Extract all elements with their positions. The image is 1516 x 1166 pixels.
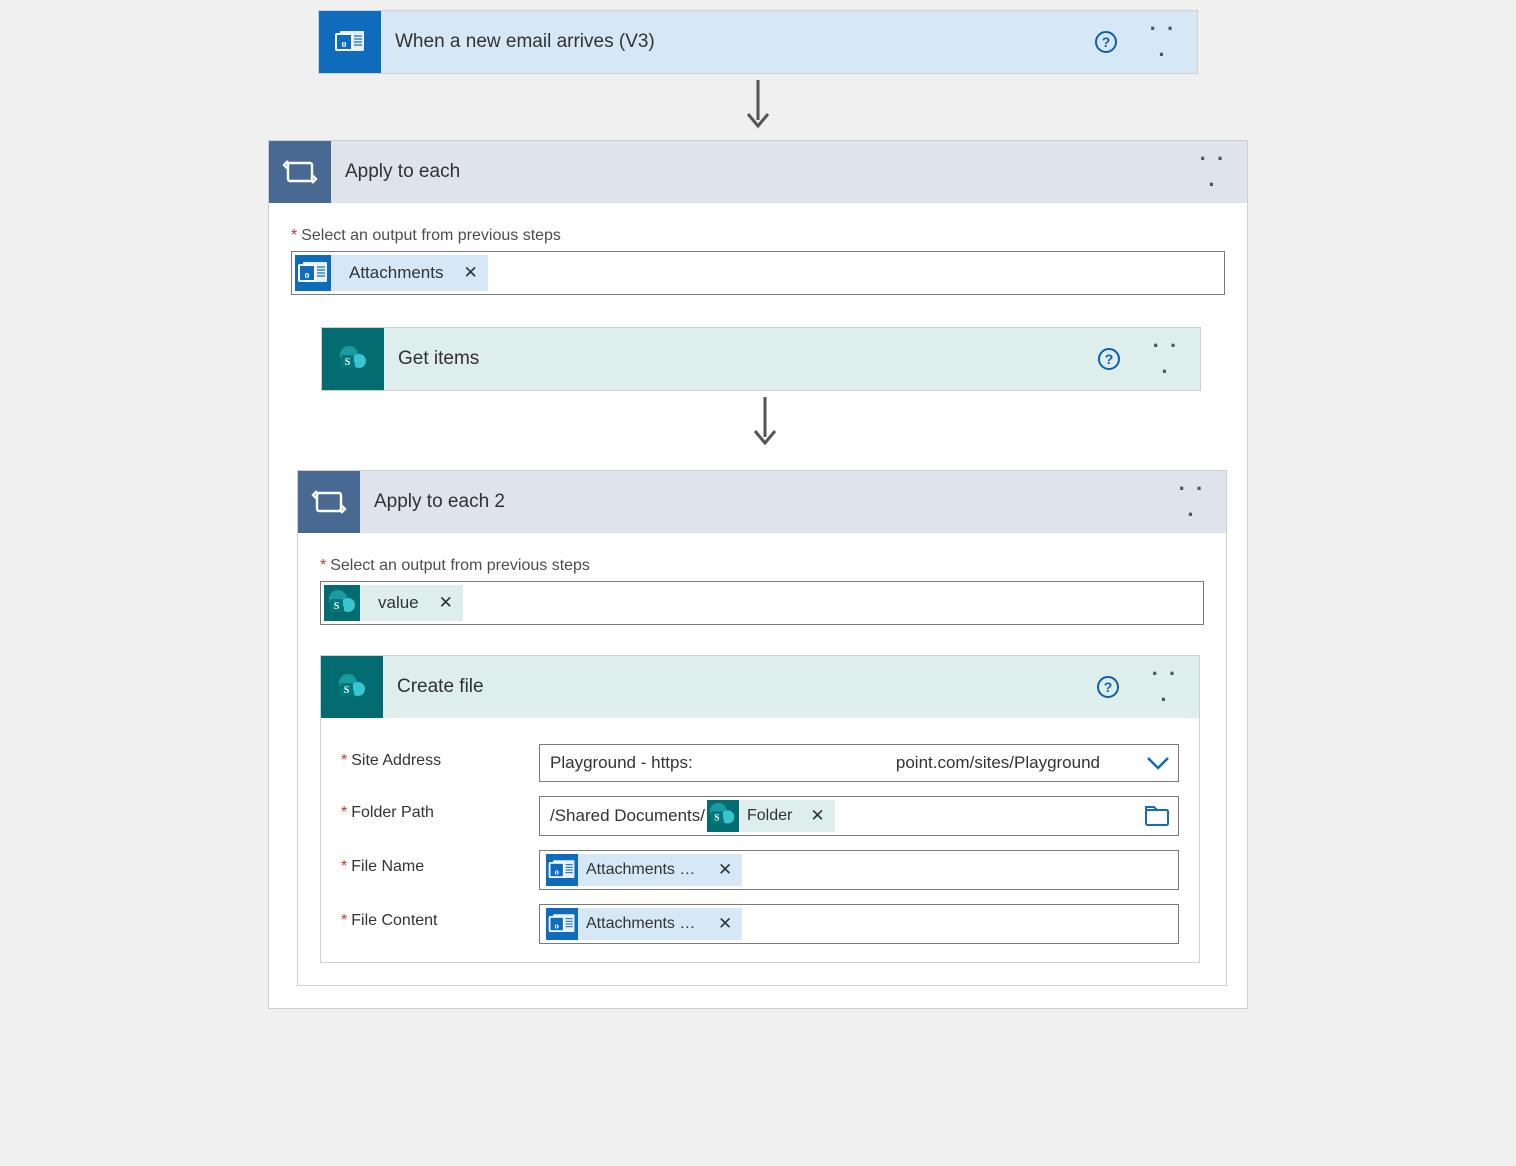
remove-token-button[interactable]: ✕ [800,806,834,826]
site-address-select[interactable]: Playground - https: point.com/sites/Play… [539,744,1179,782]
help-icon[interactable]: ? [1097,676,1119,698]
attachments-content-token[interactable]: Attachments C… ✕ [546,908,742,940]
select-output-input[interactable]: value ✕ [320,581,1204,625]
loop2-title: Apply to each 2 [374,491,1162,513]
sharepoint-icon [321,656,383,718]
select-output-label: *Select an output from previous steps [320,557,1204,575]
create-file-title: Create file [397,676,1083,698]
help-icon[interactable]: ? [1095,31,1117,53]
file-name-label: *File Name [341,850,521,876]
create-file-header[interactable]: Create file ? · · · [321,656,1199,718]
sharepoint-icon [322,328,384,390]
trigger-card: When a new email arrives (V3) ? · · · [318,10,1198,74]
attachments-name-token[interactable]: Attachments N… ✕ [546,854,742,886]
folder-token[interactable]: Folder ✕ [707,800,835,832]
chevron-down-icon[interactable] [1146,754,1170,772]
outlook-icon [546,854,578,886]
create-file-menu-button[interactable]: · · · [1149,661,1181,713]
remove-token-button[interactable]: ✕ [464,263,488,283]
outlook-icon [319,11,381,73]
file-content-input[interactable]: Attachments C… ✕ [539,904,1179,944]
select-output-input[interactable]: Attachments ✕ [291,251,1225,295]
apply-to-each-card: Apply to each · · · *Select an output fr… [268,140,1248,1009]
sharepoint-icon [707,800,739,832]
get-items-title: Get items [398,348,1084,370]
create-file-card: Create file ? · · · *Site Address Playgr… [320,655,1200,963]
file-name-input[interactable]: Attachments N… ✕ [539,850,1179,890]
loop-icon [298,471,360,533]
select-output-label: *Select an output from previous steps [291,227,1225,245]
file-content-label: *File Content [341,904,521,930]
folder-path-label: *Folder Path [341,796,521,822]
arrow-icon [744,80,772,130]
get-items-header[interactable]: Get items ? · · · [322,328,1200,390]
arrow-icon [751,397,779,447]
apply-to-each-header[interactable]: Apply to each · · · [269,141,1247,203]
get-items-card: Get items ? · · · [321,327,1201,391]
remove-token-button[interactable]: ✕ [708,860,742,880]
loop1-title: Apply to each [345,161,1183,183]
help-icon[interactable]: ? [1098,348,1120,370]
trigger-header[interactable]: When a new email arrives (V3) ? · · · [319,11,1197,73]
site-address-label: *Site Address [341,744,521,770]
folder-path-input[interactable]: /Shared Documents/ Folder ✕ [539,796,1179,836]
remove-token-button[interactable]: ✕ [708,914,742,934]
value-token[interactable]: value ✕ [324,585,463,621]
attachments-token[interactable]: Attachments ✕ [295,255,488,291]
loop2-menu-button[interactable]: · · · [1176,476,1208,528]
outlook-icon [295,255,331,291]
folder-picker-icon[interactable] [1144,804,1170,828]
sharepoint-icon [324,585,360,621]
trigger-title: When a new email arrives (V3) [395,31,1081,53]
apply-to-each-2-card: Apply to each 2 · · · *Select an output … [297,470,1227,986]
trigger-menu-button[interactable]: · · · [1147,16,1179,68]
apply-to-each-2-header[interactable]: Apply to each 2 · · · [298,471,1226,533]
loop1-menu-button[interactable]: · · · [1197,146,1229,198]
remove-token-button[interactable]: ✕ [439,593,463,613]
outlook-icon [546,908,578,940]
get-items-menu-button[interactable]: · · · [1150,333,1182,385]
loop-icon [269,141,331,203]
